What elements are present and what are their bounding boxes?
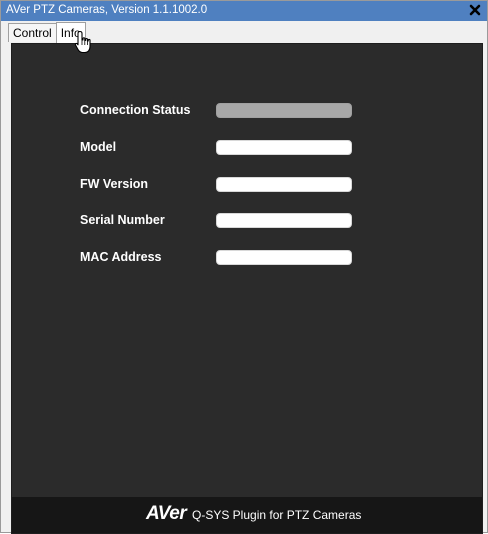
plugin-window: AVer PTZ Cameras, Version 1.1.1002.0 Con… xyxy=(0,0,488,534)
connection-status-label: Connection Status xyxy=(80,103,191,117)
serial-number-label: Serial Number xyxy=(80,213,165,227)
mac-address-label: MAC Address xyxy=(80,250,162,264)
connection-status-indicator xyxy=(216,103,352,118)
serial-number-field[interactable] xyxy=(216,213,352,228)
fw-version-label: FW Version xyxy=(80,177,149,191)
aver-logo: AVer xyxy=(146,503,187,524)
window-title: AVer PTZ Cameras, Version 1.1.1002.0 xyxy=(6,4,208,16)
tab-control[interactable]: Control xyxy=(8,23,57,42)
footer-bar: AVer Q-SYS Plugin for PTZ Cameras xyxy=(12,497,482,533)
fw-version-field[interactable] xyxy=(216,177,352,192)
title-bar[interactable]: AVer PTZ Cameras, Version 1.1.1002.0 xyxy=(1,1,487,21)
close-x-icon xyxy=(469,4,481,16)
model-label: Model xyxy=(80,140,117,154)
tab-info[interactable]: Info xyxy=(55,22,86,43)
mac-address-field[interactable] xyxy=(216,250,352,265)
info-panel: Connection Status Model FW Version Seria… xyxy=(11,43,483,534)
model-field[interactable] xyxy=(216,140,352,155)
close-button[interactable] xyxy=(467,2,483,18)
tab-bar: Control Info xyxy=(8,22,86,43)
footer-caption: Q-SYS Plugin for PTZ Cameras xyxy=(192,508,362,522)
